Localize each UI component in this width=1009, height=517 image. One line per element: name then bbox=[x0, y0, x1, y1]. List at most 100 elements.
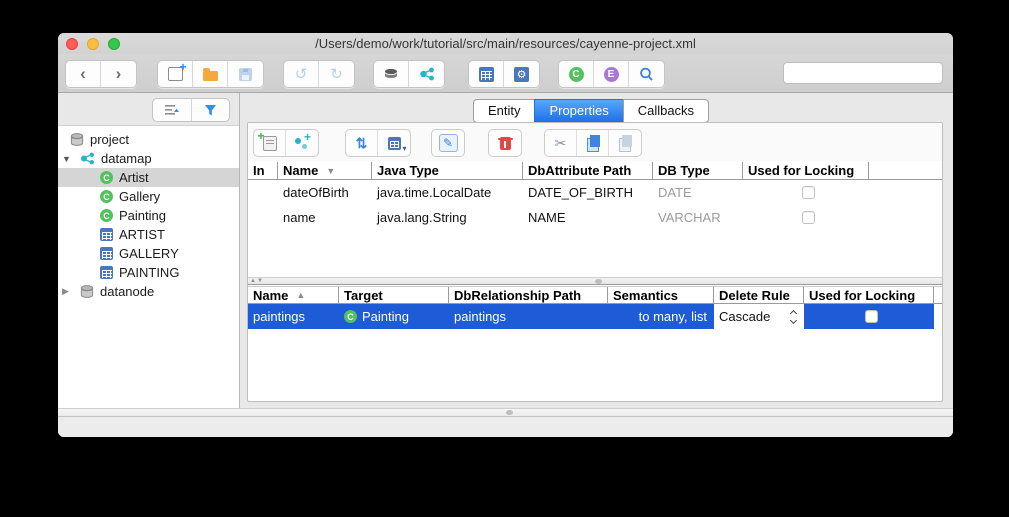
tree-item-gallery[interactable]: C Gallery bbox=[58, 187, 239, 206]
objentity-icon: C bbox=[100, 190, 113, 203]
column-header-locking[interactable]: Used for Locking bbox=[804, 287, 934, 303]
column-header-dbrelationship-path[interactable]: DbRelationship Path bbox=[449, 287, 608, 303]
new-objentity-button[interactable]: C bbox=[559, 61, 594, 87]
tree-item-painting[interactable]: C Painting bbox=[58, 206, 239, 225]
window-title: /Users/demo/work/tutorial/src/main/resou… bbox=[315, 36, 696, 51]
cell-dbattribute-path[interactable]: NAME bbox=[523, 205, 653, 230]
app-window: /Users/demo/work/tutorial/src/main/resou… bbox=[58, 33, 953, 437]
split-grip[interactable] bbox=[595, 279, 602, 284]
column-header-dbattribute-path[interactable]: DbAttribute Path bbox=[523, 162, 653, 179]
new-datamap-button[interactable] bbox=[409, 61, 444, 87]
tables-split-divider[interactable]: ▲▼ bbox=[248, 277, 942, 285]
database-icon bbox=[70, 133, 84, 146]
cell-db-type[interactable]: VARCHAR bbox=[653, 205, 743, 230]
attribute-row-dateofbirth[interactable]: dateOfBirth java.time.LocalDate DATE_OF_… bbox=[248, 180, 942, 205]
tab-callbacks[interactable]: Callbacks bbox=[622, 99, 710, 123]
tree-item-db-gallery[interactable]: GALLERY bbox=[58, 244, 239, 263]
cell-java-type[interactable]: java.time.LocalDate bbox=[372, 180, 523, 205]
bottom-split-divider[interactable] bbox=[58, 408, 953, 417]
column-header-java-type[interactable]: Java Type bbox=[372, 162, 523, 179]
column-header-name[interactable]: Name ▲ bbox=[248, 287, 339, 303]
open-folder-icon bbox=[202, 67, 218, 81]
save-button[interactable] bbox=[228, 61, 263, 87]
new-dbentity-button[interactable] bbox=[469, 61, 504, 87]
new-project-button[interactable] bbox=[158, 60, 193, 87]
new-relationship-button[interactable]: + bbox=[286, 130, 318, 156]
save-icon bbox=[239, 67, 252, 81]
new-datanode-button[interactable] bbox=[374, 61, 409, 87]
cell-java-type[interactable]: java.lang.String bbox=[372, 205, 523, 230]
datamap-icon bbox=[419, 67, 434, 81]
cell-db-type[interactable]: DATE bbox=[653, 180, 743, 205]
up-down-arrows-icon: ⇅ bbox=[355, 134, 368, 151]
tab-entity[interactable]: Entity bbox=[472, 99, 535, 123]
redo-button[interactable]: ↻ bbox=[319, 61, 354, 87]
search-field[interactable] bbox=[783, 62, 953, 84]
sync-button[interactable]: ⇅ bbox=[346, 130, 378, 156]
column-header-db-type[interactable]: DB Type bbox=[653, 162, 743, 179]
cell-locking bbox=[804, 304, 934, 329]
create-group: + bbox=[253, 129, 319, 157]
chevron-collapsed-icon[interactable]: ▶ bbox=[58, 286, 80, 297]
collapse-tree-button[interactable] bbox=[153, 99, 192, 121]
table-dropdown-icon: ▾ bbox=[387, 136, 407, 153]
tree-item-artist[interactable]: C Artist bbox=[58, 168, 239, 187]
cell-target[interactable]: C Painting bbox=[339, 304, 449, 329]
forward-button[interactable]: › bbox=[101, 61, 136, 87]
chevron-left-icon: ‹ bbox=[80, 63, 86, 83]
tree-item-datamap[interactable]: ▼ datamap bbox=[58, 149, 239, 168]
tree-item-db-painting[interactable]: PAINTING bbox=[58, 263, 239, 282]
cell-name[interactable]: dateOfBirth bbox=[278, 180, 372, 205]
column-header-name[interactable]: Name ▼ bbox=[278, 162, 372, 179]
undo-button[interactable]: ↺ bbox=[284, 61, 319, 87]
table-menu-button[interactable]: ▾ bbox=[378, 130, 410, 156]
back-button[interactable]: ‹ bbox=[66, 61, 101, 87]
project-tree: project ▼ datamap C Artist C Gallery C P… bbox=[58, 126, 239, 408]
tab-properties[interactable]: Properties bbox=[534, 99, 623, 123]
tree-item-label: datanode bbox=[100, 284, 155, 299]
relationship-row-paintings[interactable]: paintings C Painting paintings to many, … bbox=[248, 304, 934, 329]
column-header-semantics[interactable]: Semantics bbox=[608, 287, 714, 303]
column-header-target[interactable]: Target bbox=[339, 287, 449, 303]
tree-item-db-artist[interactable]: ARTIST bbox=[58, 225, 239, 244]
cell-semantics[interactable]: to many, list bbox=[608, 304, 714, 329]
filter-icon bbox=[204, 104, 216, 115]
find-button[interactable] bbox=[629, 61, 664, 87]
cell-in[interactable] bbox=[248, 180, 278, 205]
column-header-in[interactable]: In bbox=[248, 162, 278, 179]
new-embeddable-button[interactable]: E bbox=[594, 61, 629, 87]
locking-checkbox[interactable] bbox=[802, 186, 815, 199]
copy-button[interactable] bbox=[577, 130, 609, 156]
remove-group bbox=[488, 129, 522, 157]
cell-dbattribute-path[interactable]: DATE_OF_BIRTH bbox=[523, 180, 653, 205]
cell-in[interactable] bbox=[248, 205, 278, 230]
attribute-row-name[interactable]: name java.lang.String NAME VARCHAR bbox=[248, 205, 942, 230]
new-procedure-button[interactable]: ⚙ bbox=[504, 61, 539, 87]
column-header-delete-rule[interactable]: Delete Rule bbox=[714, 287, 804, 303]
tree-item-project[interactable]: project bbox=[58, 130, 239, 149]
open-project-button[interactable] bbox=[193, 61, 228, 87]
split-collapse-icons[interactable]: ▲▼ bbox=[250, 278, 264, 284]
cell-name[interactable]: name bbox=[278, 205, 372, 230]
filter-button[interactable] bbox=[192, 99, 230, 121]
tree-item-datanode[interactable]: ▶ datanode bbox=[58, 282, 239, 301]
paste-button[interactable] bbox=[609, 130, 641, 156]
search-input[interactable] bbox=[795, 65, 953, 81]
sync-group: ⇅ ▾ bbox=[345, 129, 411, 157]
locking-checkbox[interactable] bbox=[802, 211, 815, 224]
column-header-locking[interactable]: Used for Locking bbox=[743, 162, 869, 179]
edit-group: ✎ bbox=[431, 129, 465, 157]
delete-rule-combobox[interactable]: Cascade bbox=[714, 304, 804, 329]
split-grip[interactable] bbox=[505, 410, 513, 415]
project-tree-sidebar: project ▼ datamap C Artist C Gallery C P… bbox=[58, 93, 240, 408]
stepper-arrows-icon[interactable] bbox=[790, 311, 798, 323]
chevron-expanded-icon[interactable]: ▼ bbox=[58, 154, 80, 164]
edit-button[interactable]: ✎ bbox=[432, 130, 464, 156]
remove-button[interactable] bbox=[489, 130, 521, 156]
new-attribute-button[interactable] bbox=[254, 129, 286, 156]
cell-name[interactable]: paintings bbox=[248, 304, 339, 329]
cell-dbrelationship-path[interactable]: paintings bbox=[449, 304, 608, 329]
cut-button[interactable]: ✂ bbox=[545, 130, 577, 156]
editor-area: Entity Properties Callbacks + ⇅ ▾ ✎ bbox=[241, 93, 953, 408]
locking-checkbox[interactable] bbox=[865, 310, 878, 323]
